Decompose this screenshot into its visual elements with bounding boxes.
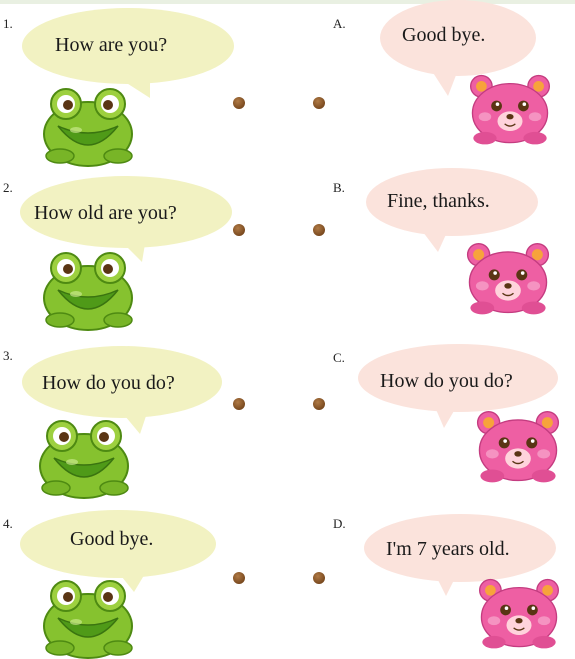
question-text: Good bye. — [70, 528, 154, 550]
item-letter: D. — [333, 516, 346, 531]
match-dot-left[interactable] — [233, 97, 245, 109]
bear-icon — [474, 576, 564, 652]
bear-icon — [465, 72, 555, 148]
top-bar — [0, 0, 575, 4]
item-letter: C. — [333, 350, 345, 365]
answer-text: How do you do? — [380, 370, 513, 392]
match-dot-left[interactable] — [233, 224, 245, 236]
question-text: How old are you? — [34, 202, 177, 224]
answer-text: Good bye. — [402, 24, 486, 46]
match-dot-right[interactable] — [313, 398, 325, 410]
bear-icon — [472, 408, 564, 486]
frog-icon — [38, 574, 138, 659]
answer-text: Fine, thanks. — [387, 190, 490, 212]
match-dot-left[interactable] — [233, 398, 245, 410]
item-letter: A. — [333, 16, 346, 31]
item-number: 3. — [3, 348, 13, 363]
match-dot-right[interactable] — [313, 224, 325, 236]
bear-icon — [462, 240, 554, 318]
match-dot-right[interactable] — [313, 572, 325, 584]
frog-icon — [34, 414, 134, 499]
question-text: How are you? — [55, 34, 168, 56]
item-number: 1. — [3, 16, 13, 31]
item-number: 4. — [3, 516, 13, 531]
match-dot-left[interactable] — [233, 572, 245, 584]
question-text: How do you do? — [42, 372, 175, 394]
item-letter: B. — [333, 180, 345, 195]
match-dot-right[interactable] — [313, 97, 325, 109]
frog-icon — [38, 246, 138, 331]
item-number: 2. — [3, 180, 13, 195]
answer-text: I'm 7 years old. — [386, 538, 510, 560]
frog-icon — [38, 82, 138, 167]
